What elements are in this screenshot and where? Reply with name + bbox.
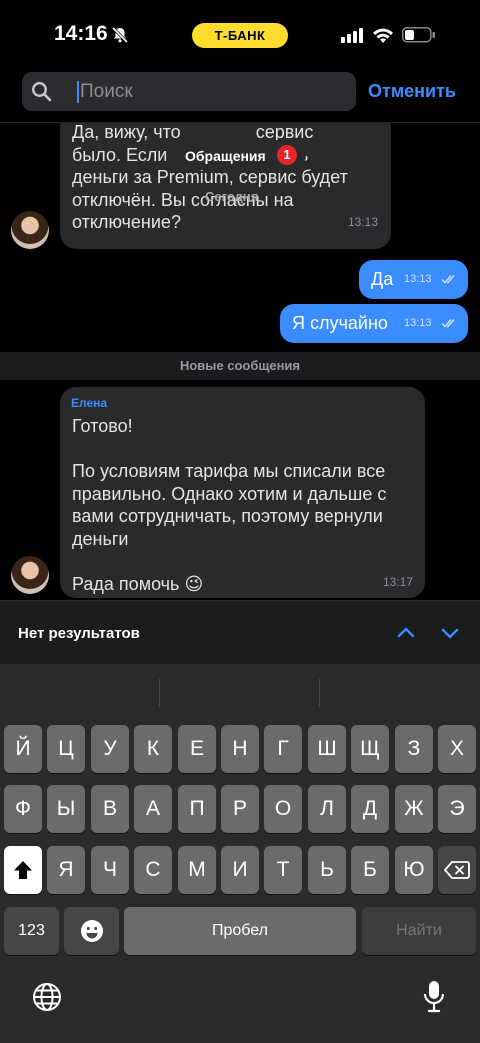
search-input[interactable] [80,72,340,111]
chevron-down-icon[interactable] [440,623,460,648]
bell-muted-icon [111,26,129,49]
key[interactable]: У [91,725,129,773]
key[interactable]: Н [221,725,259,773]
status-bar: 14:16 Т-БАНК [0,0,480,68]
key[interactable]: С [134,846,172,894]
key[interactable]: Ы [47,785,85,833]
key[interactable]: Ж [395,785,433,833]
key[interactable]: Щ [351,725,389,773]
key[interactable]: Э [438,785,476,833]
outgoing-message: Я случайно 13:13 [280,304,468,343]
key[interactable]: И [221,846,259,894]
microphone-icon[interactable] [423,980,445,1019]
search-bar[interactable] [22,72,356,111]
key[interactable]: Е [178,725,216,773]
key[interactable]: Я [47,846,85,894]
key[interactable]: Ц [47,725,85,773]
no-results-label: Нет результатов [18,625,140,642]
shift-key[interactable] [4,846,42,894]
incoming-message: Елена Готово! По условиям тарифа мы спис… [60,387,425,598]
suggestion-separator [159,679,160,707]
key[interactable]: Й [4,725,42,773]
numbers-key[interactable]: 123 [4,907,59,955]
key[interactable]: В [91,785,129,833]
key[interactable]: О [264,785,302,833]
search-icon [31,81,52,107]
key[interactable]: Б [351,846,389,894]
key[interactable]: Л [308,785,346,833]
signal-icon [341,28,365,49]
suggestion-separator [319,679,320,707]
search-go-key[interactable]: Найти [362,907,476,955]
date-separator: Сегодня [205,189,259,204]
key[interactable]: К [134,725,172,773]
message-time: 13:17 [383,575,414,589]
read-check-icon [441,316,457,334]
message-time: 13:13 [404,273,432,285]
appeals-label: Обращения [185,148,266,164]
key[interactable]: Ч [91,846,129,894]
carrier-pill: Т-БАНК [192,23,288,48]
wifi-icon [372,26,394,49]
key[interactable]: Ш [308,725,346,773]
key[interactable]: З [395,725,433,773]
read-check-icon [441,272,457,290]
key[interactable]: Ф [4,785,42,833]
cancel-button[interactable]: Отменить [368,81,456,102]
key[interactable]: Ь [308,846,346,894]
globe-icon[interactable] [32,982,62,1017]
key[interactable]: Х [438,725,476,773]
keyboard[interactable]: Й Ц У К Е Н Г Ш Щ З Х Ф Ы В А П Р О Л Д … [0,664,480,1043]
appeals-pill[interactable]: Обращения 1 [170,140,306,170]
text-cursor [77,81,79,103]
key[interactable]: Т [264,846,302,894]
key[interactable]: П [178,785,216,833]
key[interactable]: Ю [395,846,433,894]
backspace-key[interactable] [438,846,476,894]
key[interactable]: А [134,785,172,833]
message-text: Я случайно [292,313,388,333]
new-messages-label: Новые сообщения [179,358,301,373]
status-time: 14:16 [54,22,108,45]
chevron-up-icon[interactable] [396,623,416,648]
avatar[interactable] [11,556,49,594]
key[interactable]: М [178,846,216,894]
avatar[interactable] [11,211,49,249]
search-results-bar: Нет результатов [0,600,480,664]
key[interactable]: Р [221,785,259,833]
unread-badge: 1 [277,145,297,165]
space-key[interactable]: Пробел [124,907,356,955]
message-text: Да [371,269,394,289]
message-text: Готово! По условиям тарифа мы списали вс… [72,416,387,594]
key[interactable]: Г [264,725,302,773]
chat-history[interactable]: Да, вижу, что сервис было. Если вернуть … [0,123,480,600]
message-time: 13:13 [404,317,432,329]
sender-name: Елена [71,396,108,410]
battery-icon [402,27,436,48]
outgoing-message: Да 13:13 [359,260,468,299]
emoji-key[interactable] [64,907,119,955]
message-time: 13:13 [348,215,379,229]
key[interactable]: Д [351,785,389,833]
new-messages-divider: Новые сообщения [0,352,480,380]
